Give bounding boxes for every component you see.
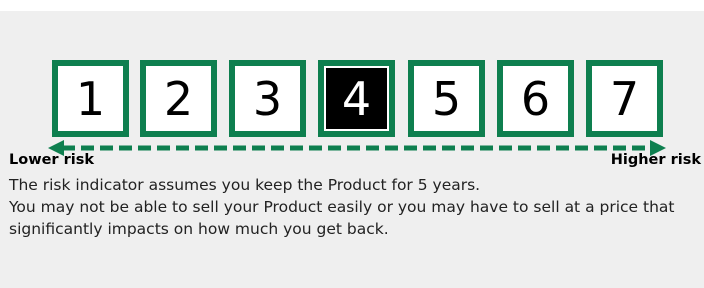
risk-level-5-label: 5 — [414, 66, 479, 131]
risk-level-1-label: 1 — [58, 66, 123, 131]
risk-scale-boxes: 1 2 3 4 5 6 7 — [52, 60, 664, 138]
risk-level-1-box: 1 — [52, 60, 129, 137]
risk-level-7-box: 7 — [586, 60, 663, 137]
lower-risk-label: Lower risk — [9, 152, 95, 168]
risk-level-4-box-selected: 4 — [318, 60, 395, 137]
double-arrow-icon — [48, 140, 666, 156]
risk-level-5-box: 5 — [408, 60, 485, 137]
risk-level-6-label: 6 — [503, 66, 568, 131]
risk-level-2-box: 2 — [140, 60, 217, 137]
risk-level-6-box: 6 — [497, 60, 574, 137]
risk-level-3-box: 3 — [229, 60, 306, 137]
higher-risk-label: Higher risk — [610, 152, 701, 168]
risk-indicator-panel: 1 2 3 4 5 6 7 Lower risk Higher risk The… — [0, 11, 704, 288]
risk-scale-arrow — [48, 139, 666, 157]
liquidity-warning-text: You may not be able to sell your Product… — [9, 198, 675, 238]
risk-level-2-label: 2 — [146, 66, 211, 131]
holding-period-text: The risk indicator assumes you keep the … — [9, 176, 481, 194]
risk-level-7-label: 7 — [592, 66, 657, 131]
risk-level-3-label: 3 — [235, 66, 300, 131]
risk-level-4-label: 4 — [324, 66, 389, 131]
risk-description: The risk indicator assumes you keep the … — [9, 174, 703, 240]
